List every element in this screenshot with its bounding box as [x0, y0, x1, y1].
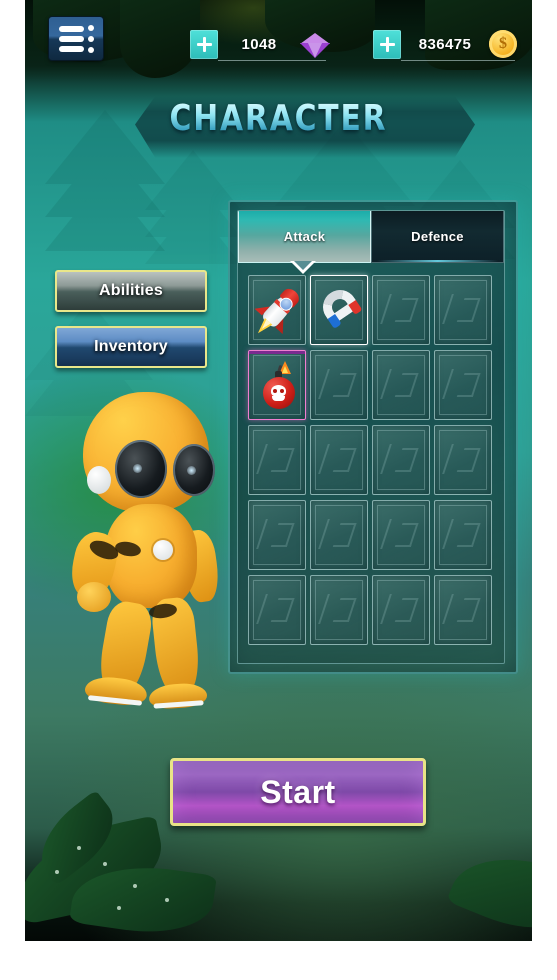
menu-dots [87, 24, 94, 53]
item-slot-empty[interactable] [310, 575, 368, 645]
start-button-label: Start [260, 773, 336, 810]
robot-foot-right [148, 682, 208, 710]
robot-eye-right [173, 444, 215, 496]
item-slot-magnet[interactable] [310, 275, 368, 345]
coin-currency-group: 836475 $ [373, 28, 523, 61]
item-slot-empty[interactable] [434, 350, 492, 420]
tab-defence-label: Defence [411, 229, 464, 244]
menu-bars [58, 25, 84, 52]
active-tab-caret-icon [290, 261, 316, 274]
robot-hand-left [77, 582, 111, 612]
right-margin [532, 0, 557, 980]
robot-chest-light [153, 540, 173, 560]
gem-currency-group: 1048 [190, 28, 335, 61]
inventory-button-label: Inventory [94, 338, 168, 355]
item-slot-empty[interactable] [434, 425, 492, 495]
robot-eye-left [115, 440, 167, 498]
start-button[interactable]: Start [170, 758, 426, 826]
tab-attack-label: Attack [283, 229, 326, 244]
coin-amount: 836475 [418, 35, 472, 53]
pine-tree-decor [145, 150, 241, 264]
item-slot-empty[interactable] [434, 275, 492, 345]
page-title: CHARACTER [45, 98, 511, 139]
coin-icon: $ [489, 30, 517, 58]
item-slot-empty[interactable] [434, 575, 492, 645]
gem-icon [300, 31, 330, 58]
item-slot-empty[interactable] [310, 350, 368, 420]
panel-tabs: Attack Defence [238, 211, 504, 263]
item-slot-empty[interactable] [372, 350, 430, 420]
equipment-panel-inner: Attack Defence [237, 210, 505, 664]
item-slot-bomb[interactable] [248, 350, 306, 420]
item-slot-empty[interactable] [310, 425, 368, 495]
add-gems-button[interactable] [190, 29, 218, 59]
item-slot-empty[interactable] [248, 575, 306, 645]
foliage-leaf [446, 834, 532, 941]
inventory-button[interactable]: Inventory [55, 326, 207, 368]
robot-foot-left [83, 674, 149, 708]
abilities-button[interactable]: Abilities [55, 270, 207, 312]
tab-attack[interactable]: Attack [238, 211, 371, 263]
top-hud-bar: 1048 836475 $ [25, 0, 532, 82]
bottom-margin [0, 941, 557, 980]
item-slot-grid [248, 275, 498, 655]
item-slot-empty[interactable] [372, 275, 430, 345]
robot-torso [105, 504, 197, 608]
item-slot-empty[interactable] [434, 500, 492, 570]
equipment-panel: Attack Defence [228, 200, 518, 674]
item-slot-empty[interactable] [372, 425, 430, 495]
item-slot-empty[interactable] [248, 425, 306, 495]
character-avatar [63, 392, 243, 732]
robot-ear-disc [87, 466, 111, 494]
item-slot-empty[interactable] [372, 575, 430, 645]
gem-amount: 1048 [241, 35, 277, 53]
hamburger-menu-icon[interactable] [49, 17, 103, 60]
game-viewport: 1048 836475 $ CHARACTER Abilities Invent… [25, 0, 532, 941]
left-margin [0, 0, 25, 980]
app-screen: 1048 836475 $ CHARACTER Abilities Invent… [0, 0, 557, 980]
item-slot-empty[interactable] [310, 500, 368, 570]
add-coins-button[interactable] [373, 29, 401, 59]
item-slot-rocket[interactable] [248, 275, 306, 345]
abilities-button-label: Abilities [98, 282, 164, 299]
item-slot-empty[interactable] [372, 500, 430, 570]
tab-defence[interactable]: Defence [371, 211, 504, 263]
item-slot-empty[interactable] [248, 500, 306, 570]
